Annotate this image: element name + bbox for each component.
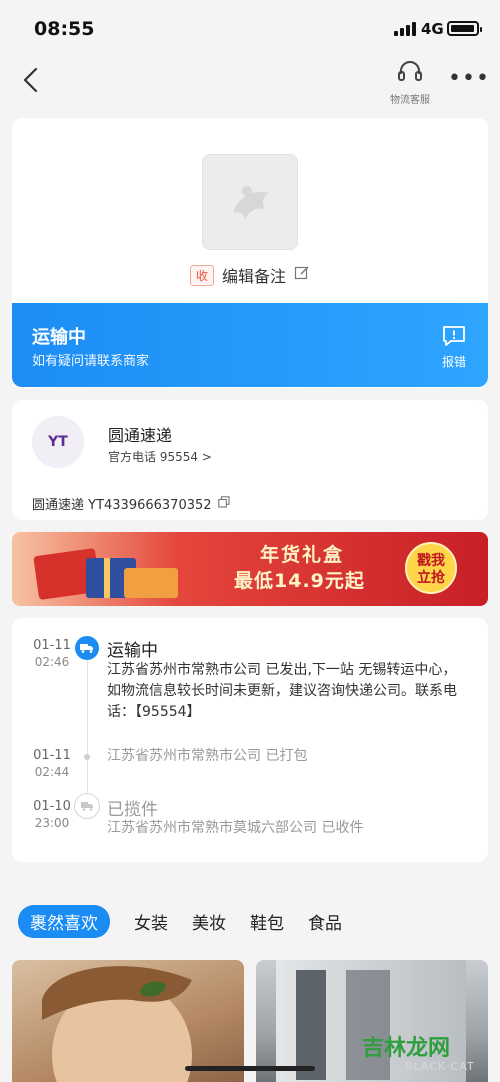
timeline-body: 江苏省苏州市常熟市莫城六部公司 已收件 <box>107 820 364 836</box>
tab-shoes-bags[interactable]: 鞋包 <box>250 909 284 934</box>
network-type: 4G <box>421 20 444 38</box>
courier-logo: YT <box>32 416 84 468</box>
grab-now-button[interactable]: 戳我 立抢 <box>405 542 457 594</box>
courier-phone-link[interactable]: 官方电话 95554 > <box>108 448 212 465</box>
clock: 08:55 <box>34 18 95 40</box>
package-card: 收 编辑备注 运输中 如有疑问请联系商家 报错 <box>12 118 488 388</box>
timeline-body: 江苏省苏州市常熟市公司 已发出,下一站 无锡转运中心，如物流信息较长时间未更新，… <box>107 662 457 720</box>
banner-price: 最低14.9元起 <box>234 570 365 592</box>
timeline-body: 江苏省苏州市常熟市公司 已打包 <box>107 748 308 764</box>
tab-beauty[interactable]: 美妆 <box>192 909 226 934</box>
grab-now-line2: 立抢 <box>417 570 445 586</box>
grab-now-line1: 戳我 <box>417 553 445 569</box>
transit-title: 运输中 <box>32 327 86 348</box>
service-label: 物流客服 <box>390 95 430 106</box>
report-icon <box>443 326 465 346</box>
banner-headline: 年货礼盒 <box>260 544 345 566</box>
edit-icon[interactable] <box>294 265 310 285</box>
chevron-left-icon <box>23 67 38 93</box>
bird-placeholder-icon <box>233 186 269 219</box>
timeline-title: 运输中 <box>107 641 158 661</box>
timeline-time: 23:00 <box>34 816 70 830</box>
logistics-service-button[interactable]: 物流客服 <box>380 59 440 106</box>
tracking-timeline: 01-11 02:46 运输中 江苏省苏州市常熟市公司 已发出,下一站 无锡转运… <box>12 618 488 862</box>
promo-banner[interactable]: 年货礼盒 最低14.9元起 戳我 立抢 <box>12 532 488 606</box>
tracking-number-row: 圆通速递 YT4339666370352 <box>32 494 230 513</box>
transit-status-panel: 运输中 如有疑问请联系商家 报错 <box>12 303 488 387</box>
gift-box-illustration <box>33 548 178 600</box>
report-label: 报错 <box>441 355 466 369</box>
more-button[interactable]: ••• <box>448 67 489 91</box>
timeline-title: 已揽件 <box>107 800 158 820</box>
back-button[interactable] <box>18 63 44 97</box>
tab-food[interactable]: 食品 <box>308 909 342 934</box>
watermark-sub: BLACK CAT <box>405 1060 475 1073</box>
receive-tag: 收 <box>189 264 214 286</box>
courier-name: 圆通速递 <box>108 426 173 445</box>
copy-icon[interactable] <box>217 495 230 512</box>
timeline-date: 01-11 <box>33 638 71 653</box>
watermark: 吉林龙网 <box>362 1036 451 1061</box>
tab-womens-clothing[interactable]: 女装 <box>134 909 168 934</box>
tracking-number: 圆通速递 YT4339666370352 <box>32 498 212 513</box>
truck-icon <box>75 636 99 660</box>
timeline-date: 01-10 <box>33 799 71 814</box>
edit-note-button[interactable]: 编辑备注 <box>222 263 286 287</box>
timeline-time: 02:44 <box>34 765 70 779</box>
product-thumbnail[interactable] <box>202 154 298 250</box>
pickup-icon <box>74 793 100 819</box>
timeline-datetime: 01-11 02:46 <box>30 638 74 670</box>
transit-subtitle: 如有疑问请联系商家 <box>32 354 150 369</box>
timeline-datetime: 01-11 02:44 <box>30 748 74 780</box>
home-indicator <box>185 1066 315 1071</box>
battery-icon <box>447 21 482 36</box>
nav-bar: 物流客服 ••• <box>0 55 500 106</box>
headset-icon <box>398 61 422 81</box>
report-error-button[interactable]: 报错 <box>436 325 472 370</box>
timeline-datetime: 01-10 23:00 <box>30 799 74 831</box>
status-bar: 08:55 4G <box>0 0 500 60</box>
category-tabs: 裹然喜欢 女装 美妆 鞋包 食品 <box>18 904 342 938</box>
timeline-date: 01-11 <box>33 748 71 763</box>
feed-item-image[interactable] <box>12 960 244 1082</box>
tab-recommend[interactable]: 裹然喜欢 <box>18 904 110 938</box>
courier-logo-text: YT <box>48 434 68 450</box>
signal-icon <box>394 22 416 36</box>
timeline-connector <box>87 652 88 812</box>
timeline-dot <box>84 754 90 760</box>
battery-fill <box>451 25 474 32</box>
note-row: 收 编辑备注 <box>12 263 488 287</box>
child-photo <box>42 966 192 1082</box>
timeline-time: 02:46 <box>34 655 70 669</box>
courier-card: YT 圆通速递 官方电话 95554 > 圆通速递 YT433966637035… <box>12 400 488 520</box>
